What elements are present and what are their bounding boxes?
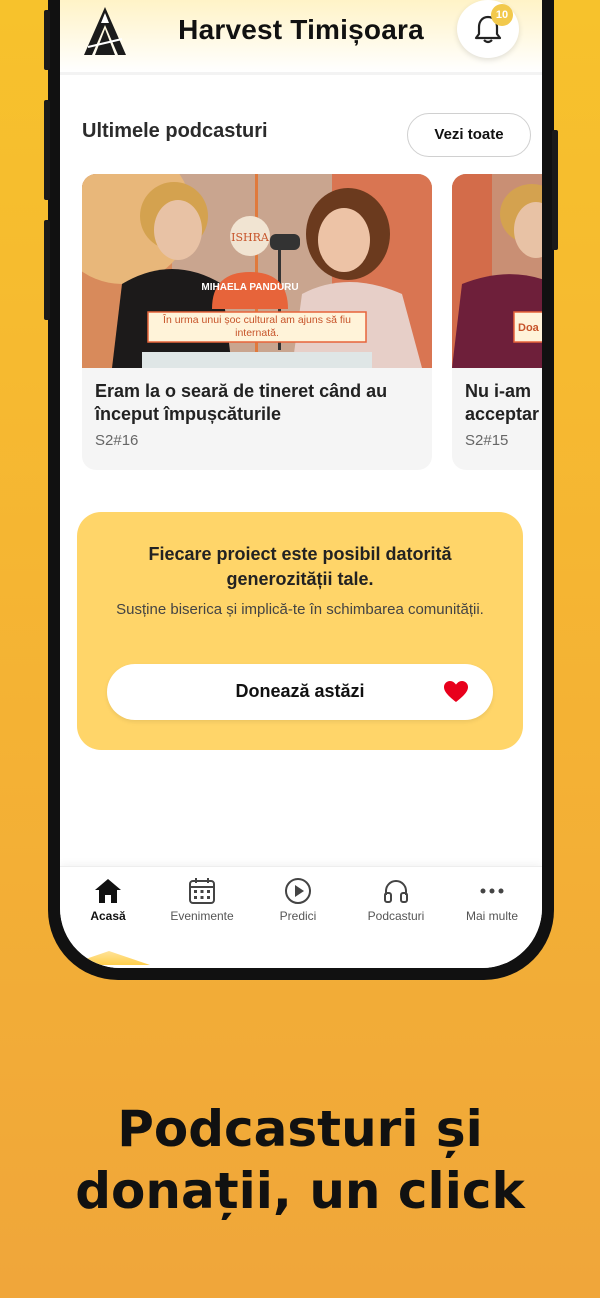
phone-side-button xyxy=(44,10,50,70)
notification-badge: 10 xyxy=(491,4,513,26)
thumbnail-guest-name: MIHAELA PANDURU xyxy=(201,282,298,293)
donation-subtext: Susține biserica și implică-te în schimb… xyxy=(116,601,484,618)
podcast-thumbnail: ISHRA MIHAELA PANDURU În urma unui șoc c… xyxy=(82,174,432,368)
donate-button-label: Donează astăzi xyxy=(235,681,365,701)
tab-label: Predici xyxy=(279,909,317,923)
thumbnail-logo-text: ISHRA xyxy=(231,231,270,244)
tab-events[interactable]: Evenimente xyxy=(154,877,250,923)
notifications-button[interactable]: 10 xyxy=(457,0,519,58)
donation-card: Fiecare proiect este posibil datorită ge… xyxy=(77,512,523,750)
podcasts-section-title: Ultimele podcasturi xyxy=(82,120,268,142)
tab-label: Evenimente xyxy=(170,909,234,923)
phone-frame: Harvest Timișoara 10 Ultimele podcasturi… xyxy=(44,0,558,980)
tab-label: Podcasturi xyxy=(367,909,425,923)
podcast-title: Eram la o seară de tineret când au încep… xyxy=(95,381,388,424)
tab-home[interactable]: Acasă xyxy=(60,877,156,965)
tagline-line-1: Podcasturi și xyxy=(117,1100,483,1158)
phone-side-button xyxy=(44,220,50,320)
donate-button[interactable]: Donează astăzi xyxy=(107,664,493,720)
tagline-line-2: donații, un click xyxy=(75,1162,525,1220)
tab-podcasts[interactable]: Podcasturi xyxy=(348,877,444,923)
more-icon xyxy=(480,888,504,894)
podcast-episode: S2#16 xyxy=(95,432,139,449)
podcast-card[interactable]: ISHRA MIHAELA PANDURU În urma unui șoc c… xyxy=(82,174,432,470)
tab-label: Acasă xyxy=(90,909,126,923)
see-all-button[interactable]: Vezi toate xyxy=(407,113,531,157)
promo-tagline: Podcasturi și donații, un click xyxy=(0,1098,600,1222)
bottom-tab-bar: Acasă Evenimente Predici Podcasturi Mai … xyxy=(60,866,542,968)
podcast-title: Nu i-am acceptar xyxy=(465,381,540,424)
phone-side-button xyxy=(552,130,558,250)
play-icon xyxy=(285,878,311,904)
home-icon xyxy=(95,879,121,903)
calendar-icon xyxy=(189,878,215,904)
thumbnail-quote: În urma unui șoc cultural am ajuns să fi… xyxy=(163,314,351,339)
podcast-thumbnail: Doa xyxy=(452,174,542,368)
podcast-episode: S2#15 xyxy=(465,432,509,449)
active-tab-indicator xyxy=(68,951,150,965)
app-header: Harvest Timișoara 10 xyxy=(60,0,542,75)
heart-icon xyxy=(444,681,468,702)
thumbnail-quote: Doa xyxy=(518,322,540,334)
podcast-card[interactable]: Doa Nu i-am acceptar S2#15 xyxy=(452,174,542,470)
tab-label: Mai multe xyxy=(465,909,518,923)
tab-more[interactable]: Mai multe xyxy=(444,877,540,923)
phone-side-button xyxy=(44,100,50,200)
tab-sermons[interactable]: Predici xyxy=(250,877,346,923)
headphones-icon xyxy=(384,880,408,903)
app-screen: Harvest Timișoara 10 Ultimele podcasturi… xyxy=(60,0,542,968)
donation-headline: Fiecare proiect este posibil datorită ge… xyxy=(148,544,452,589)
